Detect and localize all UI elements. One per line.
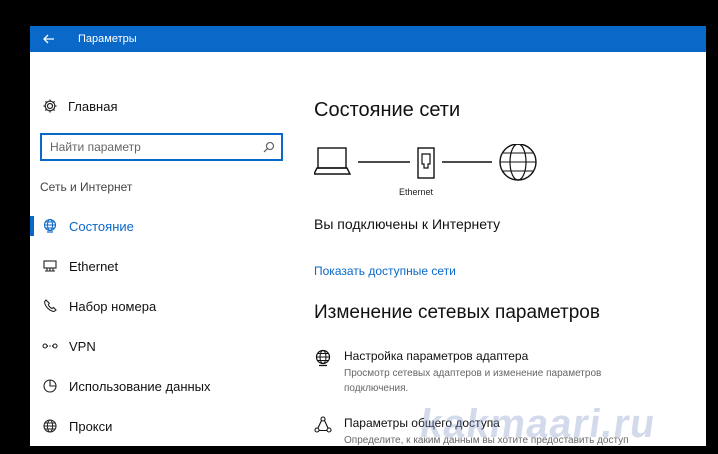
sidebar-item-label: Прокси xyxy=(69,418,113,434)
sidebar-item-vpn[interactable]: VPN xyxy=(30,328,296,364)
sidebar-item-ethernet[interactable]: Ethernet xyxy=(30,248,296,284)
connection-status: Вы подключены к Интернету xyxy=(314,216,501,232)
sidebar-item-label: Ethernet xyxy=(69,258,119,274)
sidebar-item-dialup[interactable]: Набор номера xyxy=(30,288,296,324)
sidebar-item-label: VPN xyxy=(69,338,96,354)
main-content: Состояние сети Ethernet Вы подключены к … xyxy=(296,52,706,446)
back-button[interactable] xyxy=(30,26,68,52)
sidebar-item-data-usage[interactable]: Использование данных xyxy=(30,368,296,404)
sidebar: Главная Сеть и Интернет Состояние xyxy=(30,52,296,446)
search-box[interactable] xyxy=(40,133,283,161)
ethernet-port-icon xyxy=(417,147,435,179)
sidebar-item-proxy[interactable]: Прокси xyxy=(30,408,296,444)
sharing-icon xyxy=(314,416,332,433)
sidebar-item-label: Использование данных xyxy=(69,378,211,394)
adapter-settings-item[interactable]: Настройка параметров адаптера Просмотр с… xyxy=(314,349,694,394)
sidebar-item-status[interactable]: Состояние xyxy=(30,208,296,244)
sidebar-item-label: Состояние xyxy=(69,218,134,234)
globe-monitor-icon xyxy=(315,349,331,367)
section-title: Изменение сетевых параметров xyxy=(314,302,600,323)
title-bar: Параметры xyxy=(30,26,706,52)
vpn-icon xyxy=(42,338,58,354)
diagram-adapter-label: Ethernet xyxy=(399,187,434,197)
settings-window: Параметры Главная Сеть и Интернет xyxy=(30,26,706,446)
data-usage-icon xyxy=(42,378,58,394)
laptop-icon xyxy=(314,147,352,175)
search-input[interactable] xyxy=(50,140,250,154)
window-title: Параметры xyxy=(78,33,137,45)
internet-globe-icon xyxy=(499,144,537,181)
sidebar-item-label: Набор номера xyxy=(69,298,157,314)
sidebar-home-label: Главная xyxy=(68,98,118,114)
back-arrow-icon xyxy=(43,34,54,44)
globe-monitor-icon xyxy=(42,218,58,234)
watermark: kakmaari.ru xyxy=(416,402,659,446)
search-icon[interactable] xyxy=(263,141,275,153)
network-diagram xyxy=(314,144,537,181)
page-title: Состояние сети xyxy=(314,99,461,121)
globe-icon xyxy=(42,418,58,434)
gear-icon xyxy=(43,99,57,113)
section-label: Сеть и Интернет xyxy=(40,180,133,194)
phone-icon xyxy=(42,298,58,314)
ethernet-icon xyxy=(42,258,58,274)
show-networks-link[interactable]: Показать доступные сети xyxy=(314,264,456,278)
setting-description: Просмотр сетевых адаптеров и изменение п… xyxy=(344,368,602,394)
setting-title[interactable]: Настройка параметров адаптера xyxy=(344,349,528,363)
sidebar-home[interactable]: Главная xyxy=(42,98,117,114)
